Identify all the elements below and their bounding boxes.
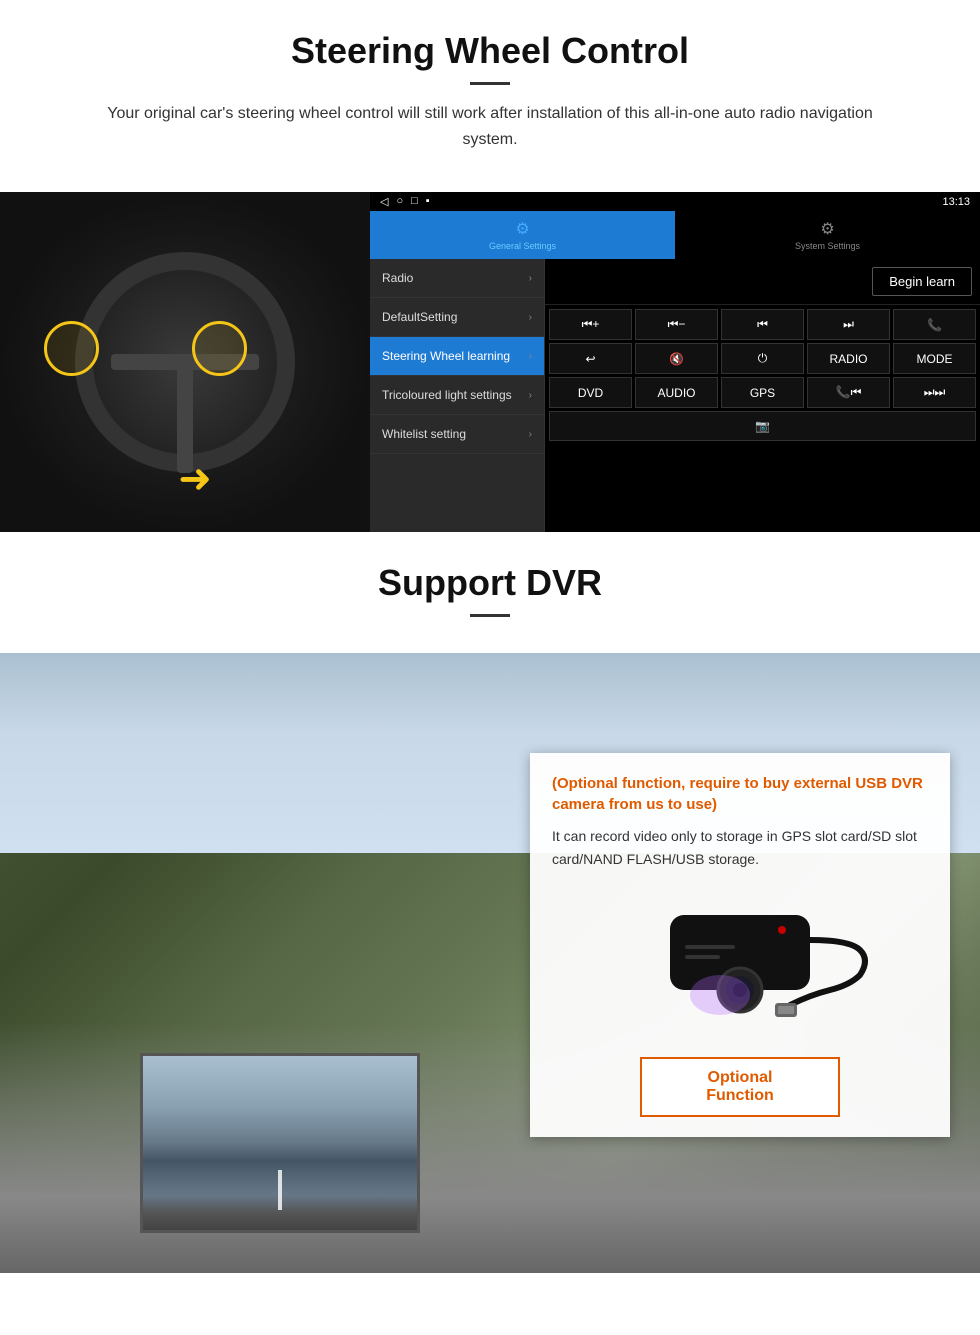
nav-back-icon[interactable]: ◁ [380,195,388,208]
dvr-camera-svg [590,895,890,1035]
steering-photo: ➜ [0,192,370,532]
dvr-title: Support DVR [0,562,980,604]
dvr-description: It can record video only to storage in G… [552,825,928,870]
nav-home-icon[interactable]: ○ [396,195,403,208]
ctrl-btn-vol-down[interactable]: ⏮− [635,309,718,340]
chevron-right-icon: › [529,429,532,440]
dvr-preview-small [140,1053,420,1233]
ctrl-btn-gps[interactable]: GPS [721,377,804,408]
begin-learn-button[interactable]: Begin learn [872,267,972,296]
tab-system-label: System Settings [795,241,860,251]
begin-learn-area: Begin learn [545,259,980,305]
menu-tricoloured-label: Tricoloured light settings [382,388,512,402]
android-status-bar: ◁ ○ □ ▪ 13:13 [370,192,980,211]
menu-item-radio[interactable]: Radio › [370,259,544,298]
ctrl-btn-phone-prev[interactable]: 📞⏮ [807,377,890,408]
android-tabs: ⚙ General Settings ⚙ System Settings [370,211,980,259]
road-center-line [278,1170,282,1210]
ctrl-btn-camera[interactable]: 📷 [549,411,976,441]
title-divider [470,82,510,85]
steering-section: Steering Wheel Control Your original car… [0,0,980,192]
steering-title: Steering Wheel Control [40,30,940,72]
android-content-area: Begin learn ⏮+ ⏮− ⏮ ⏭ 📞 ↩ 🔇 ⏻ [545,259,980,532]
status-nav: ◁ ○ □ ▪ [380,195,430,208]
ctrl-btn-phone[interactable]: 📞 [893,309,976,340]
dvr-preview-inner [143,1056,417,1230]
menu-item-default-setting[interactable]: DefaultSetting › [370,298,544,337]
ctrl-btn-row-4: 📷 [549,411,976,441]
android-main-content: Radio › DefaultSetting › Steering Wheel … [370,259,980,532]
ctrl-btn-row-1: ⏮+ ⏮− ⏮ ⏭ 📞 [549,309,976,340]
dvr-info-card: (Optional function, require to buy exter… [530,753,950,1137]
dvr-section: Support DVR (Optional function, require … [0,532,980,1273]
ctrl-btn-dvd[interactable]: DVD [549,377,632,408]
dvr-camera-image [552,885,928,1045]
ctrl-btn-prev[interactable]: ⏮ [721,309,804,340]
ctrl-btn-vol-up[interactable]: ⏮+ [549,309,632,340]
gear-icon: ⚙ [515,219,529,239]
dvr-title-area: Support DVR [0,532,980,653]
menu-item-whitelist[interactable]: Whitelist setting › [370,415,544,454]
chevron-right-icon: › [529,312,532,323]
system-icon: ⚙ [820,219,834,239]
dvr-optional-text: (Optional function, require to buy exter… [552,773,928,815]
steering-wheel-circle [75,252,295,472]
menu-radio-label: Radio [382,271,413,285]
ctrl-btn-audio[interactable]: AUDIO [635,377,718,408]
ctrl-btn-mute[interactable]: 🔇 [635,343,718,374]
menu-whitelist-label: Whitelist setting [382,427,466,441]
dvr-background-image: (Optional function, require to buy exter… [0,653,980,1273]
ctrl-btn-next-next[interactable]: ⏭⏭ [893,377,976,408]
steering-content-area: ➜ ◁ ○ □ ▪ 13:13 ⚙ General Settings ⚙ Sys… [0,192,980,532]
status-time: 13:13 [942,196,970,208]
ctrl-btn-mode[interactable]: MODE [893,343,976,374]
ctrl-btn-row-2: ↩ 🔇 ⏻ RADIO MODE [549,343,976,374]
menu-item-steering[interactable]: Steering Wheel learning › [370,337,544,376]
ctrl-btn-row-3: DVD AUDIO GPS 📞⏮ ⏭⏭ [549,377,976,408]
chevron-right-icon: › [529,273,532,284]
chevron-right-icon: › [529,390,532,401]
menu-steering-label: Steering Wheel learning [382,349,510,363]
steering-wheel-bg: ➜ [0,192,370,532]
ctrl-btn-next[interactable]: ⏭ [807,309,890,340]
tab-general-settings[interactable]: ⚙ General Settings [370,211,675,259]
nav-square-icon[interactable]: □ [411,195,418,208]
tab-general-label: General Settings [489,241,556,251]
arrow-indicator: ➜ [178,456,212,502]
android-ui-panel: ◁ ○ □ ▪ 13:13 ⚙ General Settings ⚙ Syste… [370,192,980,532]
android-menu: Radio › DefaultSetting › Steering Wheel … [370,259,545,532]
chevron-right-icon: › [529,351,532,362]
steering-subtitle: Your original car's steering wheel contr… [80,101,900,152]
dvr-title-divider [470,614,510,617]
tab-system-settings[interactable]: ⚙ System Settings [675,211,980,259]
control-buttons-area: ⏮+ ⏮− ⏮ ⏭ 📞 ↩ 🔇 ⏻ RADIO MODE [545,305,980,445]
optional-function-button[interactable]: Optional Function [640,1057,840,1117]
ctrl-btn-back[interactable]: ↩ [549,343,632,374]
menu-default-label: DefaultSetting [382,310,457,324]
ctrl-btn-power[interactable]: ⏻ [721,343,804,374]
menu-item-tricoloured[interactable]: Tricoloured light settings › [370,376,544,415]
nav-menu-icon[interactable]: ▪ [426,195,430,208]
ctrl-btn-radio[interactable]: RADIO [807,343,890,374]
